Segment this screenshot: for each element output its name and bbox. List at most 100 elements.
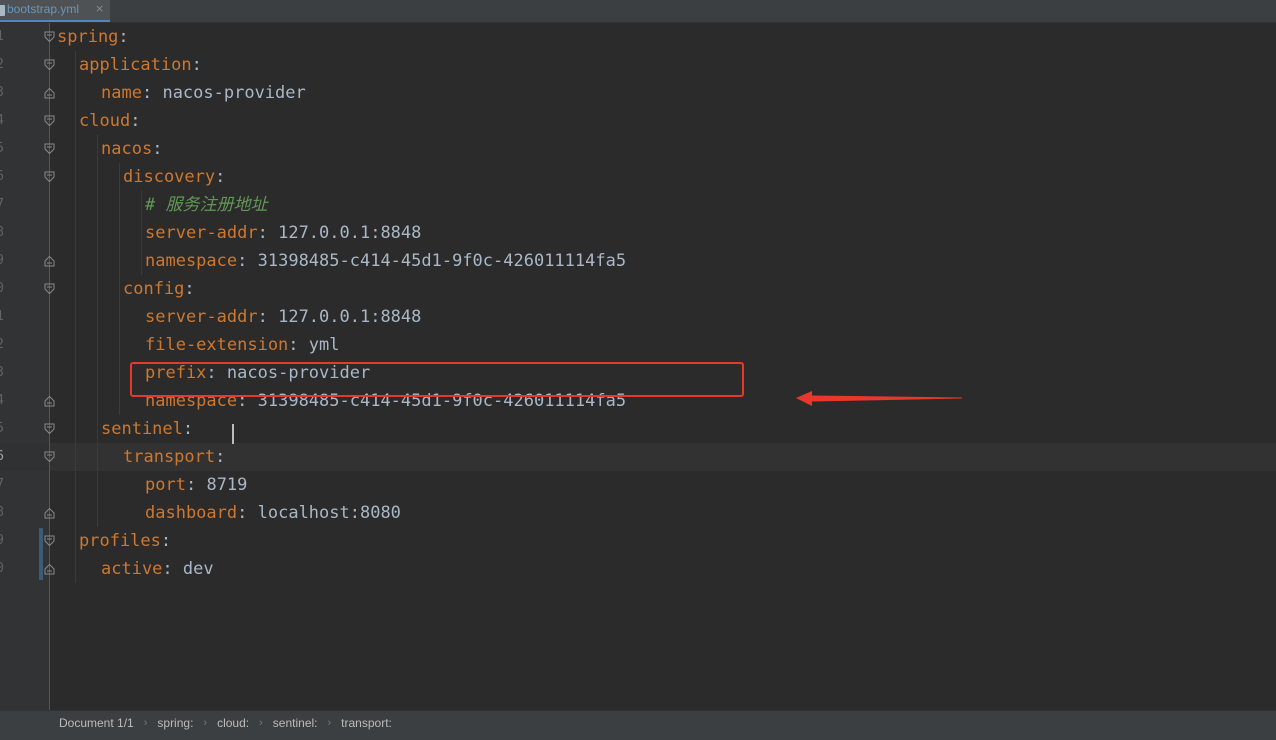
yaml-colon: : (130, 111, 141, 131)
yaml-key: spring (57, 27, 119, 47)
tab-bootstrap-yml[interactable]: bootstrap.yml × (0, 0, 110, 22)
yaml-key: nacos (101, 139, 153, 159)
breadcrumb-separator-icon: › (327, 717, 332, 729)
yaml-colon: : (152, 139, 163, 159)
fold-end-icon[interactable] (44, 255, 55, 267)
code-line[interactable]: 7 # 服务注册地址 (0, 191, 1276, 219)
yaml-colon: : (257, 223, 268, 243)
code-line[interactable]: 8 server-addr: 127.0.0.1:8848 (0, 219, 1276, 247)
code-text: discovery: (123, 163, 225, 191)
code-text: cloud: (79, 107, 140, 135)
code-line[interactable]: 0 active: dev (0, 555, 1276, 583)
yaml-key: file-extension (145, 335, 289, 355)
fold-end-icon[interactable] (44, 563, 55, 575)
code-line[interactable]: 6 transport: (0, 443, 1276, 471)
fold-collapse-icon[interactable] (44, 115, 55, 127)
line-number: 4 (0, 393, 4, 408)
yaml-value: 127.0.0.1:8848 (278, 307, 422, 327)
code-text: dashboard: localhost:8080 (145, 499, 401, 527)
yaml-key: server-addr (145, 307, 258, 327)
yaml-value: nacos-provider (162, 83, 306, 103)
line-number: 8 (0, 225, 4, 240)
code-text: transport: (123, 443, 225, 471)
yaml-key: active (101, 559, 163, 579)
line-number: 3 (0, 365, 4, 380)
annotation-highlight-box (130, 362, 744, 397)
code-line[interactable]: 9 namespace: 31398485-c414-45d1-9f0c-4260… (0, 247, 1276, 275)
yaml-colon: : (215, 447, 226, 467)
code-text: namespace: 31398485-c414-45d1-9f0c-42601… (145, 247, 626, 275)
yaml-colon: : (118, 27, 129, 47)
fold-collapse-icon[interactable] (44, 283, 55, 295)
yaml-key: sentinel (101, 419, 183, 439)
yaml-key: config (123, 279, 185, 299)
fold-collapse-icon[interactable] (44, 31, 55, 43)
line-number: 7 (0, 197, 4, 212)
yaml-colon: : (288, 335, 299, 355)
yaml-value: yml (308, 335, 340, 355)
code-line[interactable]: 8 dashboard: localhost:8080 (0, 499, 1276, 527)
line-number: 9 (0, 533, 4, 548)
yaml-value: dev (182, 559, 214, 579)
line-number: 1 (0, 29, 4, 44)
editor-tab-bar: bootstrap.yml × (0, 0, 1276, 23)
yaml-key: port (145, 475, 186, 495)
line-number: 0 (0, 281, 4, 296)
line-number: 9 (0, 253, 4, 268)
fold-collapse-icon[interactable] (44, 143, 55, 155)
yaml-key: dashboard (145, 503, 238, 523)
yaml-colon: : (184, 279, 195, 299)
line-number: 5 (0, 421, 4, 436)
code-text: spring: (57, 23, 129, 51)
code-text: profiles: (79, 527, 171, 555)
code-line[interactable]: 1 spring: (0, 23, 1276, 51)
code-line[interactable]: 5 nacos: (0, 135, 1276, 163)
breadcrumb-separator-icon: › (143, 717, 148, 729)
code-text: port: 8719 (145, 471, 247, 499)
fold-collapse-icon[interactable] (44, 451, 55, 463)
fold-collapse-icon[interactable] (44, 59, 55, 71)
yaml-key: application (79, 55, 192, 75)
line-number: 8 (0, 505, 4, 520)
code-line[interactable]: 2 file-extension: yml (0, 331, 1276, 359)
fold-collapse-icon[interactable] (44, 423, 55, 435)
line-number: 4 (0, 113, 4, 128)
code-line[interactable]: 2 application: (0, 51, 1276, 79)
code-line[interactable]: 7 port: 8719 (0, 471, 1276, 499)
breadcrumb-item[interactable]: sentinel: (273, 716, 318, 730)
code-text: config: (123, 275, 195, 303)
line-number: 1 (0, 309, 4, 324)
code-line[interactable]: 5 sentinel: (0, 415, 1276, 443)
code-text: application: (79, 51, 202, 79)
code-line[interactable]: 0 config: (0, 275, 1276, 303)
yaml-colon: : (160, 531, 172, 551)
code-line[interactable]: 4 cloud: (0, 107, 1276, 135)
yaml-key: discovery (123, 167, 216, 187)
fold-collapse-icon[interactable] (44, 171, 55, 183)
code-text: name: nacos-provider (101, 79, 306, 107)
code-line[interactable]: 1 server-addr: 127.0.0.1:8848 (0, 303, 1276, 331)
fold-end-icon[interactable] (44, 87, 55, 99)
fold-collapse-icon[interactable] (44, 535, 55, 547)
code-line[interactable]: 6 discovery: (0, 163, 1276, 191)
yaml-key: namespace (145, 251, 238, 271)
fold-end-icon[interactable] (44, 507, 55, 519)
close-icon[interactable]: × (95, 2, 104, 15)
yaml-colon: : (185, 475, 197, 495)
code-line[interactable]: 9 profiles: (0, 527, 1276, 555)
code-text: active: dev (101, 555, 214, 583)
yaml-value: 127.0.0.1:8848 (278, 223, 422, 243)
fold-end-icon[interactable] (44, 395, 55, 407)
line-number: 7 (0, 477, 4, 492)
tab-label: bootstrap.yml (7, 2, 80, 16)
breadcrumb-item[interactable]: transport: (341, 716, 392, 730)
yaml-colon: : (257, 307, 268, 327)
text-caret (232, 424, 234, 444)
breadcrumb: Document 1/1 › spring: › cloud: › sentinel: › t… (59, 716, 392, 730)
code-line[interactable]: 3 name: nacos-provider (0, 79, 1276, 107)
breadcrumb-item[interactable]: spring: (157, 716, 193, 730)
breadcrumb-item[interactable]: cloud: (217, 716, 249, 730)
line-number: 3 (0, 85, 4, 100)
line-number: 2 (0, 337, 4, 352)
yaml-key: server-addr (145, 223, 258, 243)
